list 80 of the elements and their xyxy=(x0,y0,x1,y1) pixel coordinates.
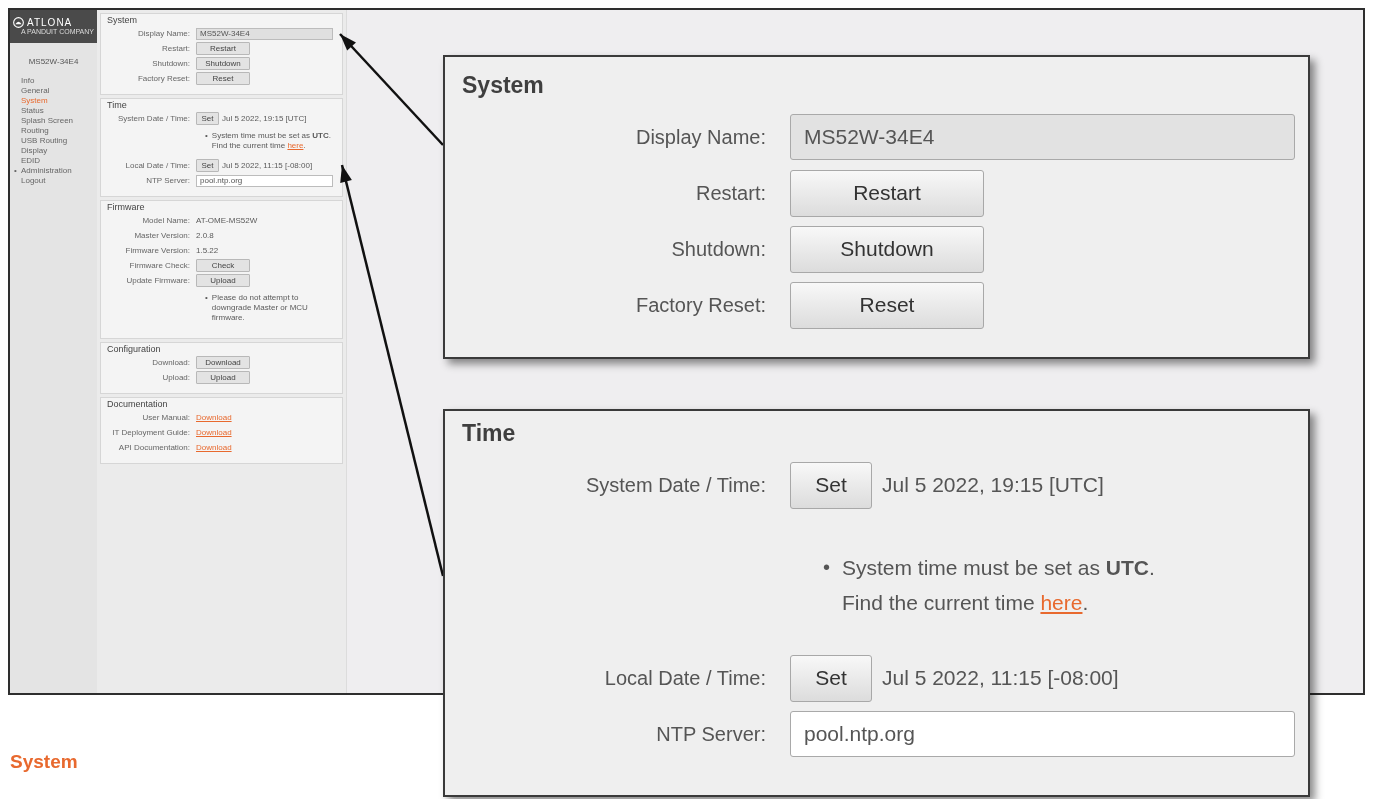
download-link[interactable]: Download xyxy=(196,412,232,423)
button[interactable]: Shutdown xyxy=(790,225,984,273)
field-label: Update Firmware: xyxy=(125,275,191,286)
field-label: Local Date / Time: xyxy=(124,160,191,171)
bullet-mark: • xyxy=(14,166,17,176)
button[interactable]: Reset xyxy=(790,281,984,329)
field-label: User Manual: xyxy=(141,412,191,423)
date-time-text: Jul 5 2022, 19:15 [UTC] xyxy=(882,472,1104,498)
field-label: Display Name: xyxy=(634,125,767,149)
section-title: System xyxy=(461,71,545,99)
button[interactable]: Check xyxy=(196,259,250,272)
section-title: Time xyxy=(461,419,517,447)
nav-item[interactable]: USB Routing xyxy=(21,136,68,146)
date-time-text: Jul 5 2022, 11:15 [-08:00] xyxy=(882,665,1119,691)
bullet-mark: • xyxy=(205,131,208,142)
button[interactable]: Upload xyxy=(196,371,250,384)
field-label: System Date / Time: xyxy=(116,113,191,124)
text-field[interactable]: pool.ntp.org xyxy=(196,174,333,187)
field-label: API Documentation: xyxy=(117,442,191,453)
field-label: NTP Server: xyxy=(655,722,767,746)
date-time-text: Jul 5 2022, 19:15 [UTC] xyxy=(222,113,307,124)
download-link[interactable]: Download xyxy=(196,442,232,453)
section-title: Time xyxy=(106,99,128,111)
note-text: System time must be set as UTC. xyxy=(842,555,1155,581)
field-label: Factory Reset: xyxy=(137,73,191,84)
field-label: Shutdown: xyxy=(151,58,191,69)
button[interactable]: Upload xyxy=(196,274,250,287)
value-text: 2.0.8 xyxy=(196,230,214,241)
bullet-mark: • xyxy=(823,555,830,580)
set-button[interactable]: Set xyxy=(790,654,872,702)
device-name: MS52W-34E4 xyxy=(27,57,80,67)
nav-item[interactable]: Info xyxy=(21,76,35,86)
field-label: Master Version: xyxy=(133,230,191,241)
button[interactable]: Restart xyxy=(790,169,984,217)
field-label: Shutdown: xyxy=(670,237,767,261)
field-label: Factory Reset: xyxy=(634,293,767,317)
logo-icon xyxy=(13,17,24,28)
button[interactable]: Shutdown xyxy=(196,57,250,70)
field-label: Restart: xyxy=(161,43,191,54)
note-text: System time must be set as UTC. xyxy=(211,131,331,141)
field-label: Firmware Version: xyxy=(124,245,191,256)
field-label: Local Date / Time: xyxy=(603,666,767,690)
field-label: Download: xyxy=(151,357,191,368)
set-button[interactable]: Set xyxy=(196,112,219,125)
button[interactable]: Download xyxy=(196,356,250,369)
section-title: Documentation xyxy=(106,398,169,410)
set-button[interactable]: Set xyxy=(196,159,219,172)
field-label: Model Name: xyxy=(141,215,191,226)
nav-item[interactable]: Administration xyxy=(21,166,72,176)
value-text: 1.5.22 xyxy=(196,245,219,256)
nav-item[interactable]: Status xyxy=(21,106,44,116)
note-text: Please do not attempt to downgrade Master or MCU firmware. xyxy=(211,293,309,323)
field-label: Display Name: xyxy=(137,28,191,39)
button[interactable]: Reset xyxy=(196,72,250,85)
nav-item[interactable]: EDID xyxy=(21,156,41,166)
logo-wordmark: ATLONA xyxy=(27,17,73,28)
section-title: Firmware xyxy=(106,201,146,213)
field-label: Restart: xyxy=(694,181,767,205)
set-button[interactable]: Set xyxy=(790,461,872,509)
note-text: Find the current time here. xyxy=(842,590,1090,616)
date-time-text: Jul 5 2022, 11:15 [-08:00] xyxy=(222,160,313,171)
nav-item[interactable]: Splash Screen xyxy=(21,116,74,126)
nav-item[interactable]: Logout xyxy=(21,176,46,186)
bullet-mark: • xyxy=(205,293,208,304)
text-field[interactable]: pool.ntp.org xyxy=(790,711,1295,757)
section-heading: System xyxy=(10,751,79,773)
field-label: Firmware Check: xyxy=(128,260,191,271)
field-label: IT Deployment Guide: xyxy=(111,427,191,438)
download-link[interactable]: Download xyxy=(196,427,232,438)
nav-item[interactable]: Display xyxy=(21,146,48,156)
note-text: Find the current time here. xyxy=(211,141,307,151)
nav-item[interactable]: General xyxy=(21,86,50,96)
section-title: Configuration xyxy=(106,343,162,355)
field-label: Upload: xyxy=(161,372,191,383)
value-text: AT-OME-MS52W xyxy=(196,215,258,226)
button[interactable]: Restart xyxy=(196,42,250,55)
field-label: System Date / Time: xyxy=(584,473,767,497)
nav-item[interactable]: Routing xyxy=(21,126,49,136)
field-label: NTP Server: xyxy=(145,175,191,186)
section-title: System xyxy=(106,14,138,26)
